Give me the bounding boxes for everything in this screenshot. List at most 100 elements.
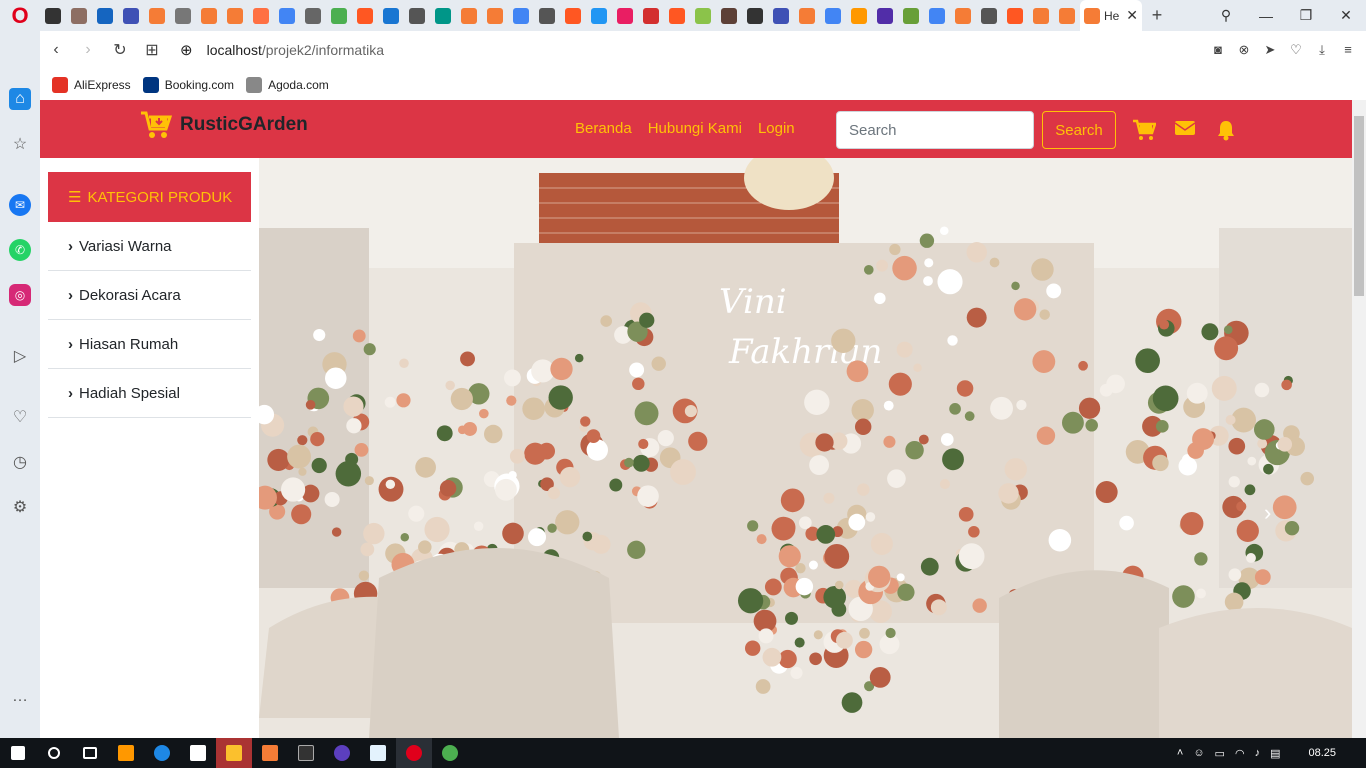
tab-favicon-icon[interactable] <box>144 0 170 31</box>
tab-grid-button[interactable]: ⊞ <box>136 40 168 60</box>
tab-favicon-icon[interactable] <box>482 0 508 31</box>
back-button[interactable]: ‹ <box>40 41 72 59</box>
search-taskbar-icon[interactable] <box>36 738 72 768</box>
app-purple-icon[interactable] <box>324 738 360 768</box>
tab-favicon-icon[interactable] <box>378 0 404 31</box>
home-icon[interactable]: ⌂ <box>9 88 31 110</box>
task-view-icon[interactable] <box>72 738 108 768</box>
tab-favicon-icon[interactable] <box>508 0 534 31</box>
reload-button[interactable]: ↻ <box>104 40 136 60</box>
block-icon[interactable]: ⊗ <box>1236 42 1252 58</box>
settings-icon[interactable]: ⚙ <box>9 496 31 518</box>
opera-taskbar-icon[interactable] <box>396 738 432 768</box>
tab-favicon-icon[interactable] <box>352 0 378 31</box>
close-tab-icon[interactable]: ✕ <box>1126 7 1138 24</box>
bookmark-item[interactable]: Booking.com <box>142 76 234 93</box>
instagram-icon[interactable]: ◎ <box>9 284 31 306</box>
bookmark-item[interactable]: Agoda.com <box>246 76 329 93</box>
chrome-icon[interactable] <box>432 738 468 768</box>
send-sidebar-icon[interactable]: ▷ <box>9 345 31 367</box>
clock-time[interactable]: 08.25 <box>1308 747 1336 759</box>
tab-favicon-icon[interactable] <box>274 0 300 31</box>
chevron-up-icon[interactable]: ˄ <box>1177 747 1183 759</box>
terminal-icon[interactable] <box>288 738 324 768</box>
windows-start-icon[interactable] <box>0 738 36 768</box>
tab-favicon-icon[interactable] <box>560 0 586 31</box>
tab-favicon-icon[interactable] <box>976 0 1002 31</box>
search-tabs-icon[interactable]: ⚲ <box>1206 7 1246 24</box>
tab-favicon-icon[interactable] <box>300 0 326 31</box>
new-tab-button[interactable]: + <box>1142 5 1172 26</box>
tab-favicon-icon[interactable] <box>430 0 456 31</box>
category-item[interactable]: › Hadiah Spesial <box>48 369 251 418</box>
camera-icon[interactable]: ◙ <box>1210 42 1226 58</box>
tab-favicon-icon[interactable] <box>664 0 690 31</box>
tab-favicon-icon[interactable] <box>716 0 742 31</box>
tab-favicon-icon[interactable] <box>950 0 976 31</box>
tab-favicon-icon[interactable] <box>820 0 846 31</box>
tab-favicon-icon[interactable] <box>846 0 872 31</box>
menu-icon[interactable]: ≡ <box>1340 42 1356 58</box>
bell-icon[interactable] <box>1216 119 1238 141</box>
category-item[interactable]: › Hiasan Rumah <box>48 320 251 369</box>
nav-link[interactable]: Hubungi Kami <box>648 120 742 137</box>
nav-link[interactable]: Login <box>758 120 795 137</box>
people-icon[interactable]: ☺ <box>1193 747 1204 759</box>
messenger-icon[interactable]: ✉ <box>9 194 31 216</box>
close-window-button[interactable]: ✕ <box>1326 7 1366 24</box>
heart-icon[interactable]: ♡ <box>1288 42 1304 58</box>
tab-favicon-icon[interactable] <box>66 0 92 31</box>
page-scrollbar[interactable] <box>1352 100 1366 738</box>
brand[interactable]: RusticGArden <box>140 110 308 140</box>
more-icon[interactable]: … <box>9 686 31 708</box>
download-icon[interactable]: ⤓ <box>1314 42 1330 58</box>
tab-favicon-icon[interactable] <box>222 0 248 31</box>
whatsapp-icon[interactable]: ✆ <box>9 239 31 261</box>
tab-favicon-icon[interactable] <box>248 0 274 31</box>
notepad-icon[interactable] <box>360 738 396 768</box>
tab-favicon-icon[interactable] <box>690 0 716 31</box>
bookmark-item[interactable]: AliExpress <box>52 76 131 93</box>
battery-icon[interactable]: ▭ <box>1215 747 1225 760</box>
wifi-icon[interactable]: ◠ <box>1235 747 1245 760</box>
minimize-button[interactable]: — <box>1246 8 1286 24</box>
star-icon[interactable]: ☆ <box>9 133 31 155</box>
tab-favicon-icon[interactable] <box>612 0 638 31</box>
tab-favicon-icon[interactable] <box>586 0 612 31</box>
explorer-icon[interactable] <box>216 738 252 768</box>
volume-icon[interactable]: ♪ <box>1255 747 1261 759</box>
tab-favicon-icon[interactable] <box>1002 0 1028 31</box>
maximize-button[interactable]: ❐ <box>1286 7 1326 24</box>
xampp-taskbar-icon[interactable] <box>252 738 288 768</box>
category-item[interactable]: › Dekorasi Acara <box>48 271 251 320</box>
tab-favicon-icon[interactable] <box>872 0 898 31</box>
tab-favicon-icon[interactable] <box>118 0 144 31</box>
envelope-icon[interactable] <box>1174 119 1196 141</box>
tab-favicon-icon[interactable] <box>326 0 352 31</box>
nav-link[interactable]: Beranda <box>575 120 632 137</box>
tab-favicon-icon[interactable] <box>924 0 950 31</box>
tab-favicon-icon[interactable] <box>404 0 430 31</box>
tab-favicon-icon[interactable] <box>768 0 794 31</box>
tab-favicon-icon[interactable] <box>456 0 482 31</box>
tab-favicon-icon[interactable] <box>92 0 118 31</box>
active-tab[interactable]: He ✕ <box>1080 0 1142 31</box>
tab-favicon-icon[interactable] <box>196 0 222 31</box>
tab-favicon-icon[interactable] <box>742 0 768 31</box>
carousel-next-icon[interactable]: › <box>1264 500 1271 525</box>
scrollbar-thumb[interactable] <box>1354 116 1364 296</box>
tab-favicon-icon[interactable] <box>170 0 196 31</box>
send-icon[interactable]: ➤ <box>1262 42 1278 58</box>
forward-button[interactable]: › <box>72 41 104 59</box>
tab-favicon-icon[interactable] <box>1028 0 1054 31</box>
history-icon[interactable]: ◷ <box>9 451 31 473</box>
tab-favicon-icon[interactable] <box>638 0 664 31</box>
category-item[interactable]: › Variasi Warna <box>48 222 251 271</box>
tab-favicon-icon[interactable] <box>794 0 820 31</box>
tab-favicon-icon[interactable] <box>1054 0 1080 31</box>
search-input[interactable]: Search <box>836 111 1034 149</box>
opera-logo-icon[interactable]: O <box>0 0 40 31</box>
notification-icon[interactable]: ▤ <box>1270 747 1280 760</box>
url-field[interactable]: ⊕ localhost/projek2/informatika <box>180 41 384 59</box>
tab-favicon-icon[interactable] <box>898 0 924 31</box>
